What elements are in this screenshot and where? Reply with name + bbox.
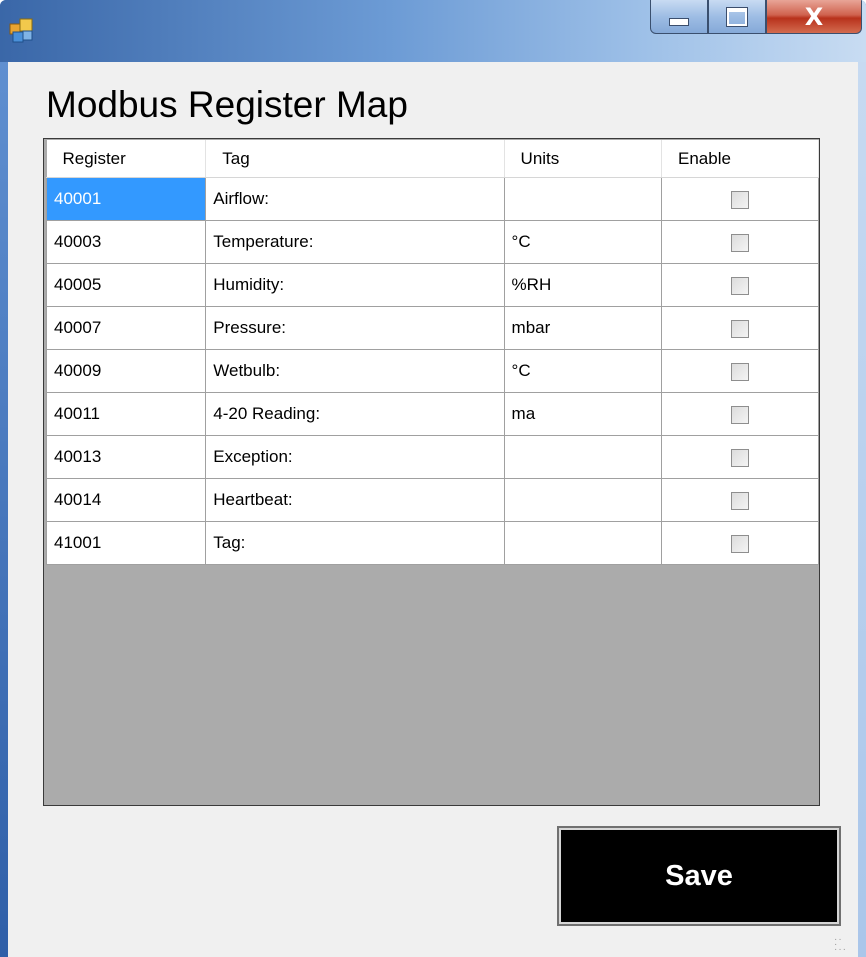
tag-cell[interactable]: Exception:: [205, 435, 505, 479]
enable-checkbox[interactable]: [731, 233, 749, 252]
column-header-register[interactable]: Register: [46, 140, 207, 178]
enable-cell: [661, 392, 819, 436]
tag-cell[interactable]: Wetbulb:: [205, 349, 505, 393]
app-icon[interactable]: [9, 18, 35, 44]
enable-cell: [661, 478, 819, 522]
units-cell[interactable]: %RH: [503, 263, 663, 307]
units-cell[interactable]: [503, 177, 663, 221]
enable-cell: [661, 263, 819, 307]
table-row[interactable]: 40011 4-20 Reading: ma: [45, 392, 819, 436]
register-table: Register Tag Units Enable 40001 Airflow: 4…: [45, 140, 819, 565]
table-row[interactable]: 41001 Tag:: [45, 521, 819, 565]
tag-cell[interactable]: 4-20 Reading:: [205, 392, 505, 436]
title-bar[interactable]: X: [0, 0, 866, 62]
enable-checkbox[interactable]: [731, 534, 749, 553]
page-title: Modbus Register Map: [46, 84, 408, 125]
table-row[interactable]: 40001 Airflow:: [45, 177, 819, 221]
register-cell[interactable]: 40003: [45, 220, 207, 264]
units-cell[interactable]: mbar: [503, 306, 663, 350]
enable-cell: [661, 435, 819, 479]
table-body: 40001 Airflow: 40003 Temperature: °C 40005 Hum…: [45, 177, 819, 565]
close-icon: X: [804, 2, 824, 31]
units-cell[interactable]: [503, 521, 663, 565]
save-button[interactable]: Save: [557, 826, 841, 926]
table-row[interactable]: 40007 Pressure: mbar: [45, 306, 819, 350]
register-cell[interactable]: 40007: [45, 306, 207, 350]
units-cell[interactable]: [503, 435, 663, 479]
register-cell[interactable]: 40005: [45, 263, 207, 307]
tag-cell[interactable]: Pressure:: [205, 306, 505, 350]
units-cell[interactable]: [503, 478, 663, 522]
register-cell[interactable]: 40009: [45, 349, 207, 393]
units-cell[interactable]: ma: [503, 392, 663, 436]
app-window: X Modbus Register Map Register Tag Units…: [0, 0, 866, 957]
table-row[interactable]: 40003 Temperature: °C: [45, 220, 819, 264]
tag-cell[interactable]: Temperature:: [205, 220, 505, 264]
tag-cell[interactable]: Humidity:: [205, 263, 505, 307]
enable-checkbox[interactable]: [731, 362, 749, 381]
register-cell[interactable]: 40013: [45, 435, 207, 479]
window-left-border: [0, 62, 8, 957]
window-controls: X: [650, 0, 862, 36]
units-cell[interactable]: °C: [503, 349, 663, 393]
enable-checkbox[interactable]: [731, 276, 749, 295]
window-right-border: [858, 62, 866, 957]
minimize-button[interactable]: [650, 0, 708, 34]
tag-cell[interactable]: Tag:: [205, 521, 505, 565]
enable-checkbox[interactable]: [731, 448, 749, 467]
enable-cell: [661, 349, 819, 393]
minimize-icon: [669, 17, 689, 26]
maximize-button[interactable]: [708, 0, 766, 34]
column-header-enable[interactable]: Enable: [661, 140, 819, 178]
register-grid[interactable]: Register Tag Units Enable 40001 Airflow: 4…: [43, 138, 820, 806]
enable-checkbox[interactable]: [731, 319, 749, 338]
enable-checkbox[interactable]: [731, 190, 749, 209]
enable-cell: [661, 521, 819, 565]
enable-cell: [661, 220, 819, 264]
enable-cell: [661, 306, 819, 350]
table-row[interactable]: 40009 Wetbulb: °C: [45, 349, 819, 393]
close-button[interactable]: X: [766, 0, 862, 34]
table-row[interactable]: 40005 Humidity: %RH: [45, 263, 819, 307]
enable-checkbox[interactable]: [731, 405, 749, 424]
maximize-icon: [727, 7, 747, 26]
table-row[interactable]: 40013 Exception:: [45, 435, 819, 479]
units-cell[interactable]: °C: [503, 220, 663, 264]
enable-cell: [661, 177, 819, 221]
tag-cell[interactable]: Airflow:: [205, 177, 505, 221]
register-cell[interactable]: 41001: [45, 521, 207, 565]
column-header-units[interactable]: Units: [504, 140, 663, 178]
resize-grip-icon[interactable]: ·· · ···: [834, 935, 848, 955]
enable-checkbox[interactable]: [731, 491, 749, 510]
column-header-tag[interactable]: Tag: [205, 140, 505, 178]
register-cell[interactable]: 40014: [45, 478, 207, 522]
table-row[interactable]: 40014 Heartbeat:: [45, 478, 819, 522]
tag-cell[interactable]: Heartbeat:: [205, 478, 505, 522]
form-client-area: Modbus Register Map Register Tag Units E…: [8, 62, 858, 957]
register-cell[interactable]: 40001: [45, 177, 207, 221]
register-cell[interactable]: 40011: [45, 392, 207, 436]
table-header-row: Register Tag Units Enable: [46, 140, 819, 178]
